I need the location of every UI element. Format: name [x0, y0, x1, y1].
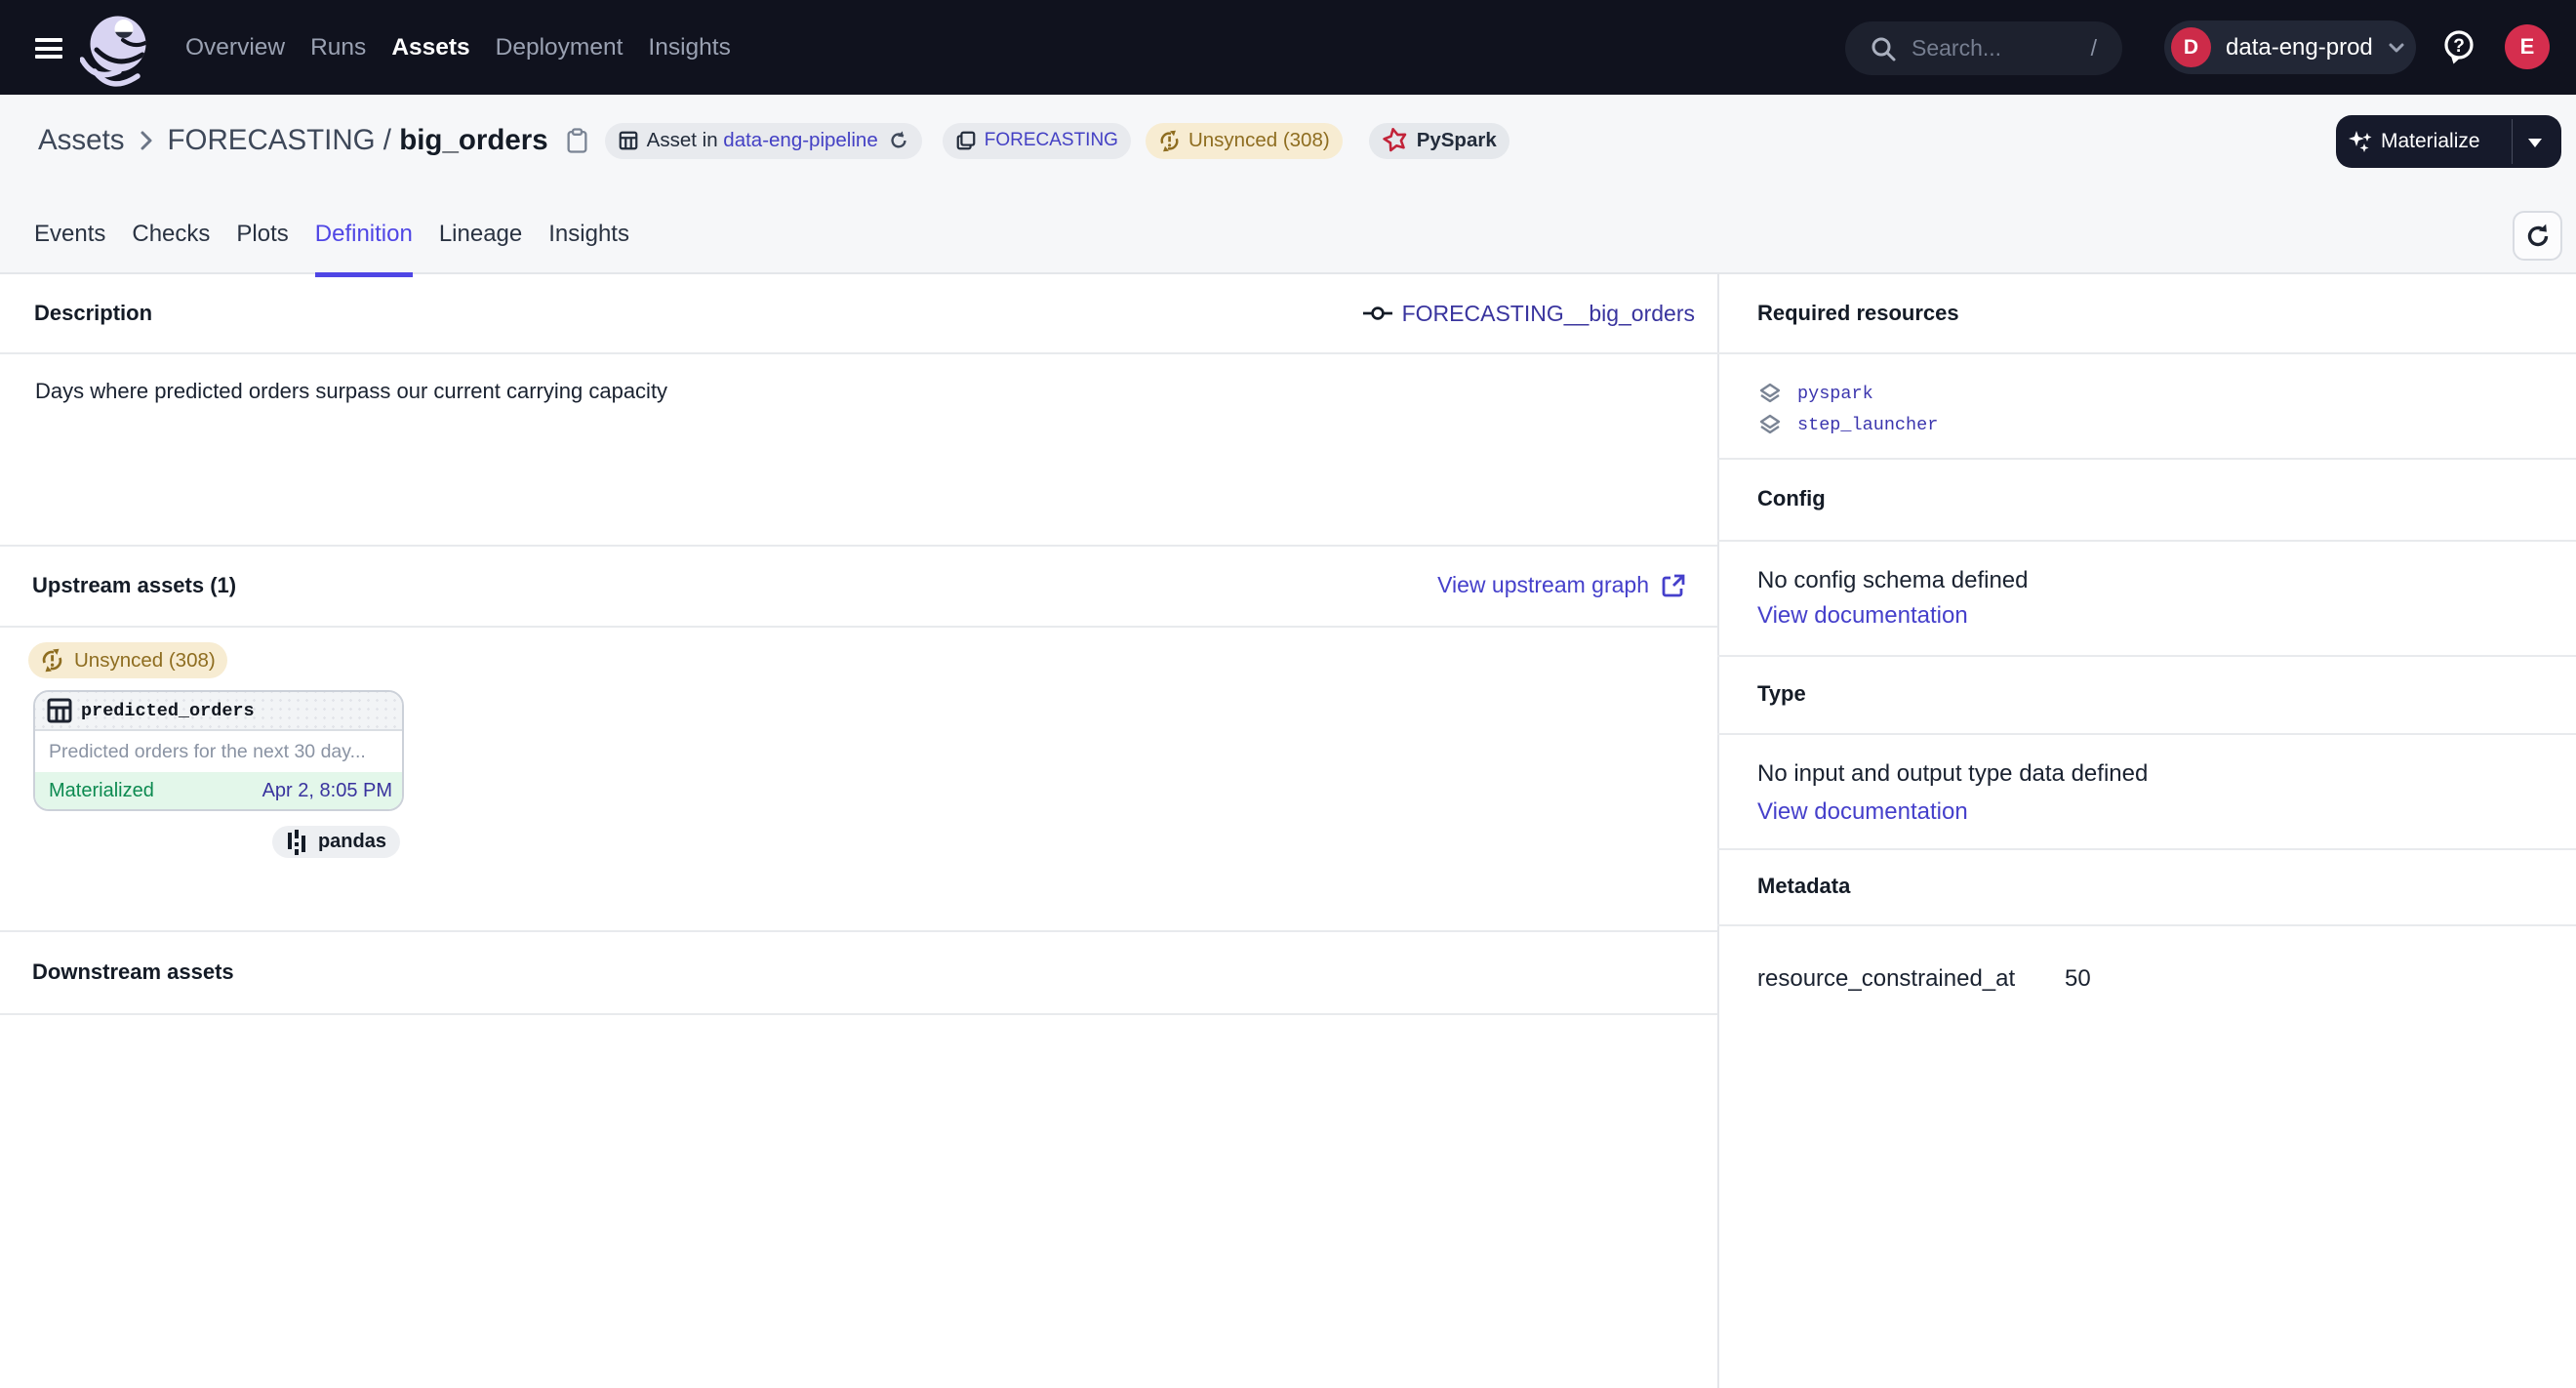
- svg-text:?: ?: [2453, 36, 2465, 57]
